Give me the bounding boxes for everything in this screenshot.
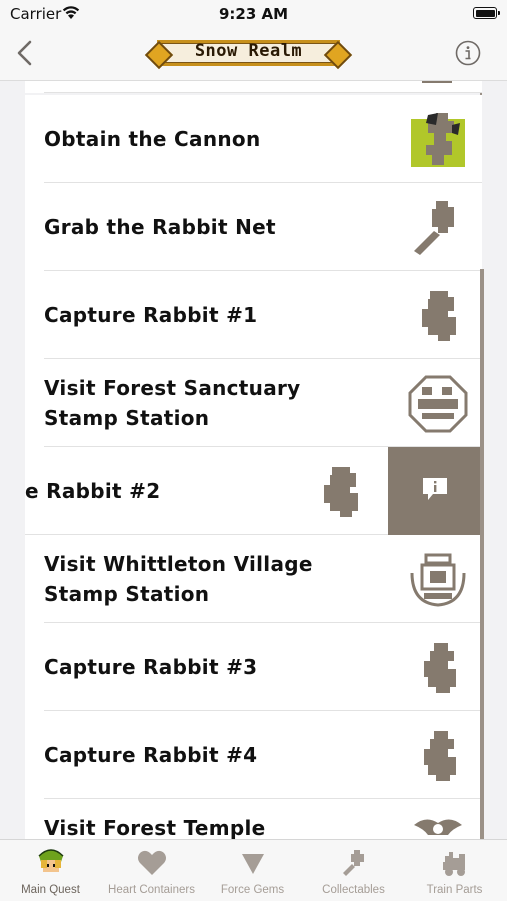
info-icon[interactable] — [455, 40, 481, 66]
partial-icon — [422, 81, 452, 83]
quest-label: Visit Forest Sanctuary Stamp Station — [44, 376, 301, 430]
tab-label: Main Quest — [21, 884, 80, 896]
collectable-icon — [342, 850, 364, 876]
row-separator — [44, 92, 482, 93]
tab-collectables[interactable]: Collectables — [303, 840, 404, 901]
quest-label: Visit Whittleton Village Stamp Station — [44, 552, 313, 606]
list-item[interactable]: Visit Whittleton Village Stamp Station — [25, 535, 482, 623]
list-item[interactable]: Visit Forest Sanctuary Stamp Station — [25, 359, 482, 447]
title-banner: Snow Realm — [144, 33, 353, 73]
quest-label: Capture Rabbit #3 — [44, 655, 258, 679]
status-bar: Carrier 9:23 AM — [0, 0, 507, 28]
gem-icon — [241, 854, 264, 874]
page-title: Snow Realm — [194, 41, 303, 61]
quest-label: Capture Rabbit #4 — [44, 743, 258, 767]
tab-label: Train Parts — [426, 884, 483, 896]
stamp-icon — [410, 553, 466, 607]
quest-label: e Rabbit #2 — [25, 479, 161, 503]
scroll-indicator[interactable] — [480, 269, 484, 839]
navigation-bar: Snow Realm — [0, 28, 507, 81]
tab-main-quest[interactable]: Main Quest — [0, 840, 101, 901]
train-icon — [442, 852, 465, 876]
tab-label: Heart Containers — [108, 884, 195, 896]
forest-temple-icon — [414, 819, 462, 835]
list-item[interactable]: Grab the Rabbit Net — [25, 183, 482, 271]
quest-label: Capture Rabbit #1 — [44, 303, 258, 327]
link-head-icon — [37, 849, 64, 872]
quest-label: Grab the Rabbit Net — [44, 215, 276, 239]
tab-label: Force Gems — [220, 884, 285, 896]
clock: 9:23 AM — [218, 5, 289, 23]
tab-force-gems[interactable]: Force Gems — [202, 840, 303, 901]
quest-label: Obtain the Cannon — [44, 127, 261, 151]
battery-icon — [473, 7, 500, 19]
rabbit-icon — [424, 643, 456, 693]
cannon-icon — [411, 113, 465, 167]
heart-icon — [137, 850, 166, 875]
list-item[interactable]: Visit Forest Temple — [25, 799, 482, 839]
list-item[interactable]: Capture Rabbit #4 — [25, 711, 482, 799]
list-item[interactable]: Capture Rabbit #3 — [25, 623, 482, 711]
tab-bar: Main Quest Heart Containers Force Gems C… — [0, 839, 507, 901]
tab-label: Collectables — [322, 884, 385, 896]
tab-train-parts[interactable]: Train Parts — [404, 840, 505, 901]
back-chevron-icon[interactable] — [12, 38, 40, 68]
row-info-action-button[interactable] — [388, 447, 482, 535]
list-item-partial[interactable] — [25, 81, 482, 93]
rabbit-net-icon — [414, 201, 454, 255]
rabbit-icon — [424, 731, 456, 781]
tab-heart-containers[interactable]: Heart Containers — [101, 840, 202, 901]
rabbit-icon — [422, 291, 456, 341]
rabbit-icon — [324, 467, 358, 517]
list-item[interactable]: Capture Rabbit #1 — [25, 271, 482, 359]
stamp-icon — [408, 375, 468, 433]
quest-label: Visit Forest Temple — [44, 816, 266, 839]
info-bubble-icon — [423, 478, 447, 500]
list-item[interactable]: Obtain the Cannon — [25, 95, 482, 183]
quest-list-container[interactable]: Obtain the Cannon Grab the Rabbit Net Ca… — [0, 81, 507, 839]
